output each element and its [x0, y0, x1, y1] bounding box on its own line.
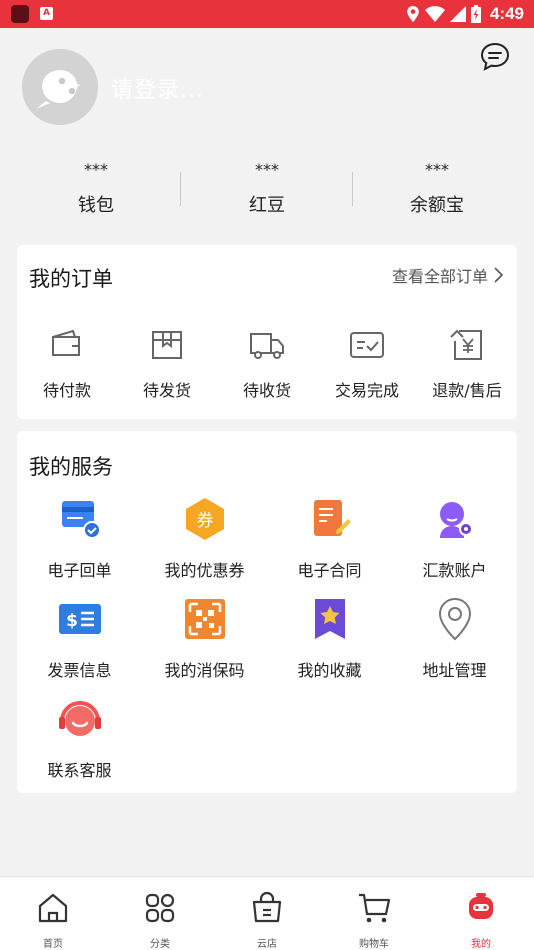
service-label: 汇款账户	[422, 561, 487, 580]
divider	[352, 172, 353, 206]
receipt-icon	[61, 501, 101, 539]
order-label: 待发货	[142, 381, 191, 400]
nav-label: 购物车	[359, 939, 389, 950]
svg-text:券: 券	[196, 511, 213, 531]
chat-bubble-icon	[480, 42, 510, 71]
nav-mine[interactable]: 我的	[441, 891, 521, 950]
view-all-orders-link[interactable]: 查看全部订单	[392, 263, 503, 287]
avatar[interactable]	[22, 49, 98, 125]
stat-value: ***	[425, 160, 449, 179]
stat-value: ***	[255, 160, 279, 179]
service-e-receipt[interactable]: 电子回单	[17, 497, 142, 581]
chevron-right-icon	[494, 267, 503, 283]
app-notification-icon	[11, 5, 29, 23]
stat-wallet[interactable]: *** 钱包	[21, 161, 171, 217]
service-remittance-account[interactable]: 汇款账户	[392, 497, 517, 581]
divider	[180, 172, 181, 206]
profile-icon	[469, 893, 493, 919]
order-label: 待付款	[42, 381, 91, 400]
service-label: 我的消保码	[164, 661, 245, 680]
nav-label: 分类	[150, 939, 170, 950]
order-label: 交易完成	[334, 381, 399, 400]
battery-icon	[470, 5, 481, 23]
order-label: 退款/售后	[432, 381, 502, 400]
nav-home[interactable]: 首页	[13, 891, 93, 950]
store-bag-icon	[252, 891, 282, 923]
app-badge-icon: A	[40, 7, 53, 20]
orders-card: 我的订单 查看全部订单 待付款 待发货 待收货 交易完成 退款/售后	[17, 245, 517, 419]
account-icon	[439, 502, 473, 538]
service-label: 我的优惠券	[164, 561, 245, 580]
home-icon	[38, 893, 68, 923]
order-pending-shipment[interactable]: 待发货	[117, 327, 217, 401]
check-card-icon	[350, 332, 384, 358]
profile-header: 请登录... *** 钱包 *** 红豆 *** 余额宝	[0, 28, 534, 238]
stat-label: 余额宝	[410, 195, 464, 216]
stat-red-beans[interactable]: *** 红豆	[192, 161, 342, 217]
bottom-navigation: 首页 分类 云店 购物车 我的	[0, 876, 534, 950]
nav-label: 云店	[257, 939, 277, 950]
order-refund[interactable]: 退款/售后	[417, 327, 517, 401]
order-label: 待收货	[242, 381, 291, 400]
coupon-icon: 券	[185, 498, 224, 540]
package-icon	[152, 331, 182, 359]
service-invoice[interactable]: $ 发票信息	[17, 597, 142, 681]
svg-text:$: $	[66, 611, 78, 631]
service-consumer-protection-code[interactable]: 我的消保码	[142, 597, 267, 681]
service-coupons[interactable]: 券 我的优惠券	[142, 497, 267, 581]
login-prompt[interactable]: 请登录...	[111, 72, 204, 104]
bookmark-star-icon	[314, 599, 345, 639]
stat-label: 钱包	[78, 195, 114, 216]
signal-icon	[449, 6, 466, 22]
order-completed[interactable]: 交易完成	[317, 327, 417, 401]
nav-label: 首页	[43, 939, 63, 950]
status-bar: A 4:49	[0, 0, 534, 28]
qr-code-icon	[184, 599, 225, 639]
stat-yuebao[interactable]: *** 余额宝	[362, 161, 512, 217]
service-label: 我的收藏	[297, 661, 362, 680]
service-e-contract[interactable]: 电子合同	[267, 497, 392, 581]
orders-title: 我的订单	[29, 267, 113, 291]
nav-cloud-store[interactable]: 云店	[227, 891, 307, 950]
wifi-icon	[424, 6, 445, 22]
nav-label: 我的	[471, 939, 491, 950]
invoice-icon: $	[58, 604, 101, 634]
services-title: 我的服务	[29, 455, 113, 479]
stat-label: 红豆	[249, 195, 285, 216]
contract-icon	[313, 500, 351, 536]
service-label: 电子合同	[297, 561, 362, 580]
service-customer-support[interactable]: 联系客服	[17, 697, 142, 781]
message-button[interactable]	[478, 40, 512, 74]
location-icon	[407, 6, 419, 22]
service-label: 地址管理	[422, 661, 487, 680]
location-pin-icon	[438, 597, 471, 641]
services-card: 我的服务 电子回单 券 我的优惠券 电子合同 汇款账户 $ 发票信息 我的消保码…	[17, 431, 517, 793]
service-label: 联系客服	[47, 761, 112, 780]
headset-icon	[58, 701, 101, 736]
service-label: 发票信息	[47, 661, 112, 680]
service-label: 电子回单	[47, 561, 112, 580]
grid-icon	[145, 893, 175, 923]
view-all-label: 查看全部订单	[391, 267, 488, 286]
cart-icon	[359, 893, 391, 923]
stat-value: ***	[84, 160, 108, 179]
truck-icon	[250, 333, 284, 359]
refund-icon	[450, 329, 482, 360]
nav-cart[interactable]: 购物车	[334, 891, 414, 950]
nav-category[interactable]: 分类	[120, 891, 200, 950]
order-pending-payment[interactable]: 待付款	[17, 327, 117, 401]
service-favorites[interactable]: 我的收藏	[267, 597, 392, 681]
wallet-icon	[52, 329, 80, 356]
clock: 4:49	[489, 4, 524, 23]
service-address-management[interactable]: 地址管理	[392, 597, 517, 681]
order-pending-receipt[interactable]: 待收货	[217, 327, 317, 401]
